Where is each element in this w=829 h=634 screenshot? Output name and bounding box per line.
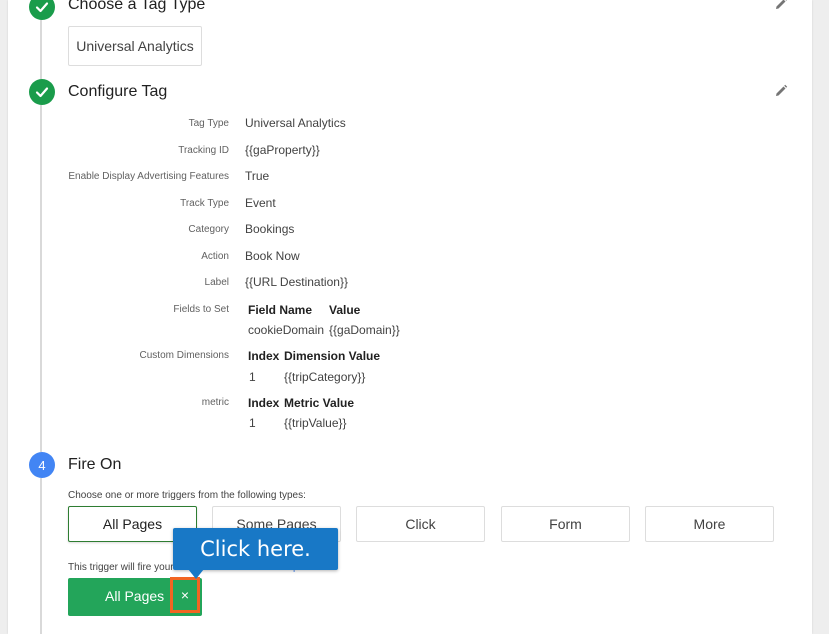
config-label: Custom Dimensions xyxy=(139,350,229,361)
config-value: Bookings xyxy=(245,222,295,236)
config-label: Track Type xyxy=(180,198,229,209)
step-number-badge: 4 xyxy=(29,452,55,478)
tag-type-chip[interactable]: Universal Analytics xyxy=(68,26,202,66)
config-row-track-type: Track Type Event xyxy=(8,194,808,214)
trigger-more-button[interactable]: More xyxy=(645,506,774,542)
config-value: {{URL Destination}} xyxy=(245,275,348,289)
step-title-fire-on: Fire On xyxy=(68,456,122,473)
config-label: metric xyxy=(201,397,229,408)
config-row-category: Category Bookings xyxy=(8,220,808,240)
config-label: Fields to Set xyxy=(173,304,229,315)
config-label: Tag Type xyxy=(188,118,229,129)
table-header: Field Name xyxy=(248,303,313,317)
config-row-action: Action Book Now xyxy=(8,247,808,267)
step-complete-check-icon xyxy=(29,79,55,105)
config-value: Book Now xyxy=(245,249,300,263)
remove-trigger-button[interactable]: × xyxy=(170,577,200,613)
config-row-display-advertising: Enable Display Advertising Features True xyxy=(8,167,808,187)
table-header: Index xyxy=(248,349,280,363)
config-value: {{gaProperty}} xyxy=(245,143,320,157)
config-label: Enable Display Advertising Features xyxy=(68,171,229,182)
selected-trigger-label: All Pages xyxy=(105,588,165,604)
tutorial-callout-pointer xyxy=(188,569,204,579)
close-icon: × xyxy=(180,587,190,603)
config-label: Category xyxy=(188,224,229,235)
config-row-metric: metric xyxy=(8,393,808,413)
trigger-fire-text: This trigger will fire your xyxy=(68,562,174,573)
config-row-fields-to-set: Fields to Set xyxy=(8,300,808,320)
config-label: Action xyxy=(201,251,229,262)
table-cell: 1 xyxy=(249,416,256,430)
table-cell: 1 xyxy=(249,370,256,384)
table-header: Metric Value xyxy=(284,396,355,410)
step-complete-check-icon xyxy=(29,0,55,20)
timeline-line-3 xyxy=(40,478,42,634)
trigger-form-button[interactable]: Form xyxy=(501,506,630,542)
tutorial-callout: Click here. xyxy=(173,528,338,570)
trigger-instruction: Choose one or more triggers from the fol… xyxy=(68,490,306,501)
config-row-label: Label {{URL Destination}} xyxy=(8,273,808,293)
table-cell: {{gaDomain}} xyxy=(329,323,400,337)
tag-editor-panel: Choose a Tag Type Universal Analytics Co… xyxy=(8,0,812,634)
step-title-configure-tag: Configure Tag xyxy=(68,83,168,100)
table-cell: cookieDomain xyxy=(248,323,325,337)
table-header: Value xyxy=(329,303,361,317)
config-label: Tracking ID xyxy=(178,145,229,156)
table-cell: {{tripValue}} xyxy=(284,416,347,430)
table-cell: {{tripCategory}} xyxy=(284,370,366,384)
config-value: Universal Analytics xyxy=(245,116,346,130)
pencil-icon[interactable] xyxy=(774,84,790,100)
step-title-tag-type: Choose a Tag Type xyxy=(68,0,206,13)
config-label: Label xyxy=(204,277,229,288)
config-value: True xyxy=(245,169,270,183)
config-row-tracking-id: Tracking ID {{gaProperty}} xyxy=(8,141,808,161)
pencil-icon[interactable] xyxy=(774,0,790,13)
config-row-tag-type: Tag Type Universal Analytics xyxy=(8,114,808,134)
table-header: Dimension Value xyxy=(284,349,381,363)
config-row-custom-dimensions: Custom Dimensions xyxy=(8,346,808,366)
trigger-click-button[interactable]: Click xyxy=(356,506,485,542)
config-value: Event xyxy=(245,196,276,210)
table-header: Index xyxy=(248,396,280,410)
